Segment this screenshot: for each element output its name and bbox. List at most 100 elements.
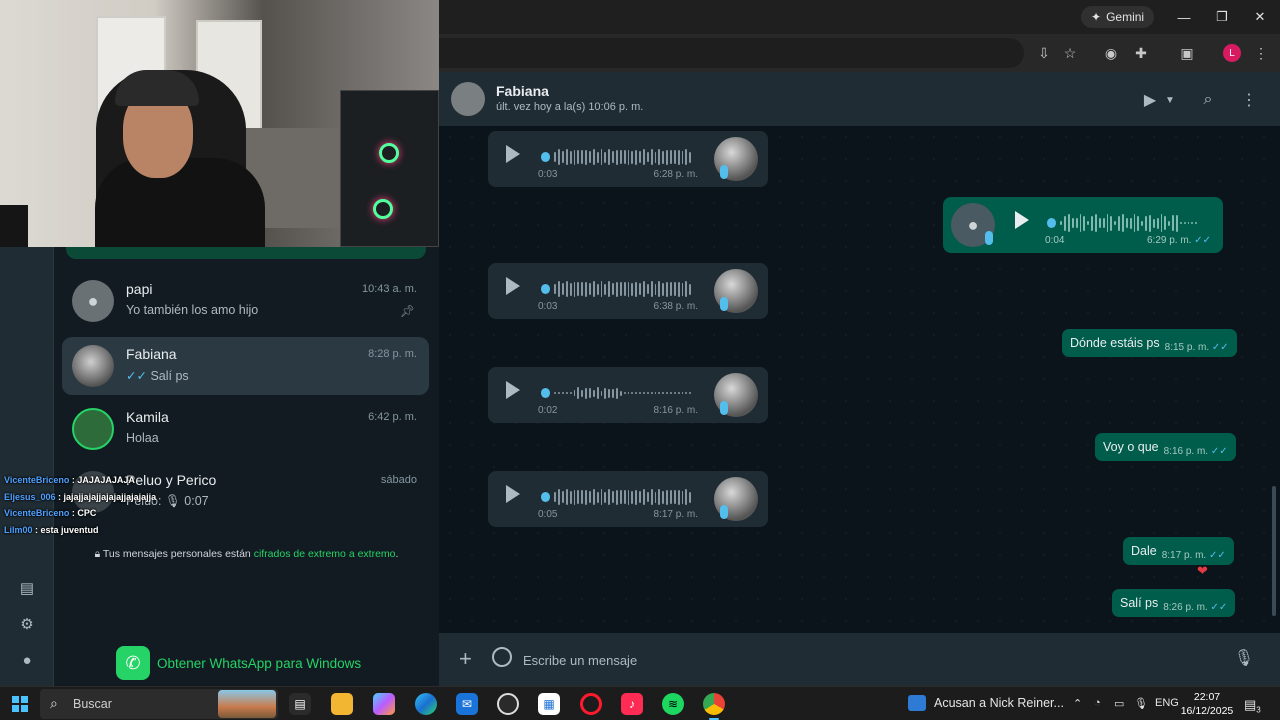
playhead-dot[interactable]: [541, 492, 551, 502]
microsoft-store-icon[interactable]: ▦: [538, 693, 560, 715]
opera-icon[interactable]: [580, 693, 602, 715]
speedometer-app-icon[interactable]: [497, 693, 519, 715]
gemini-button[interactable]: ✦ Gemini: [1081, 6, 1155, 28]
waveform[interactable]: [1047, 213, 1198, 233]
microphone-icon[interactable]: 🎙︎: [1134, 697, 1148, 710]
play-icon[interactable]: [1015, 211, 1029, 229]
waveform-bar: [643, 392, 645, 394]
notification-center-icon[interactable]: ▤3: [1244, 697, 1261, 715]
playhead-dot[interactable]: [541, 388, 551, 398]
message-time: 8:26 p. m.: [1163, 601, 1208, 613]
video-call-icon[interactable]: ▶: [1139, 89, 1161, 111]
encryption-link[interactable]: cifrados de extremo a extremo: [254, 548, 396, 560]
avatar[interactable]: [451, 82, 485, 116]
play-icon[interactable]: [506, 145, 520, 163]
waveform-bar: [689, 392, 692, 394]
profile-icon[interactable]: ●: [17, 650, 37, 670]
stream-chat-text: jajajjajajjajajajjajajajja: [63, 491, 157, 502]
attach-plus-icon[interactable]: +: [459, 646, 472, 672]
waveform[interactable]: [541, 279, 692, 299]
media-gallery-icon[interactable]: ▤: [17, 578, 37, 598]
playhead-dot[interactable]: [1047, 218, 1057, 228]
chrome-icon[interactable]: [703, 693, 725, 720]
taskbar-search[interactable]: ⌕ Buscar: [40, 689, 278, 719]
settings-gear-icon[interactable]: ⚙: [17, 614, 37, 634]
waveform-bar: [677, 392, 680, 394]
playhead-dot[interactable]: [541, 152, 551, 162]
emoji-sticker-icon[interactable]: [492, 647, 512, 667]
waveform-bar: [635, 392, 638, 394]
search-icon[interactable]: ⌕: [1197, 89, 1219, 111]
waveform-bar: [681, 282, 684, 296]
playhead-dot[interactable]: [541, 284, 551, 294]
battery-icon[interactable]: ▭: [1114, 697, 1124, 710]
tiktok-icon[interactable]: ♪: [621, 693, 643, 715]
news-widget[interactable]: Acusan a Nick Reiner...: [908, 695, 1064, 711]
waveform-bar: [646, 392, 649, 394]
play-icon[interactable]: [506, 381, 520, 399]
waveform-bar: [600, 489, 603, 505]
spotify-icon[interactable]: ≋: [662, 693, 684, 715]
language-indicator[interactable]: ENG: [1155, 697, 1179, 709]
taskbar-clock[interactable]: 22:07 16/12/2025: [1180, 690, 1234, 718]
extension-badge-icon[interactable]: ◉: [1101, 43, 1121, 63]
chat-item-fabiana[interactable]: Fabiana 8:28 p. m. ✓✓ Salí ps: [62, 337, 429, 395]
waveform-bar: [1172, 215, 1175, 231]
chat-time: 10:43 a. m.: [361, 283, 417, 295]
heart-reaction-icon[interactable]: ❤: [1197, 563, 1208, 579]
close-window-button[interactable]: ✕: [1249, 6, 1271, 28]
message-list[interactable]: 0:03 6:28 p. m. ● 0:04 6:29 p. m. ✓✓ 0:0…: [439, 126, 1280, 633]
chat-time: sábado: [380, 474, 417, 486]
webcam-person: [95, 70, 275, 247]
get-whatsapp-banner[interactable]: ✆ Obtener WhatsApp para Windows: [116, 646, 361, 680]
profile-avatar[interactable]: L: [1223, 44, 1241, 62]
contact-name: Fabiana: [496, 83, 549, 99]
waveform[interactable]: [541, 487, 692, 507]
menu-kebab-icon[interactable]: ⋮: [1238, 89, 1260, 111]
network-icon[interactable]: ◔: [1094, 697, 1101, 709]
waveform-bar: [1106, 214, 1109, 232]
waveform-bar: [1083, 215, 1086, 231]
waveform-bar: [654, 392, 657, 394]
chat-item-kamila[interactable]: Kamila 6:42 p. m. Holaa: [62, 400, 429, 458]
copilot-icon[interactable]: [373, 693, 395, 715]
waveform-bar: [596, 387, 599, 399]
file-explorer-icon[interactable]: [331, 693, 353, 715]
waveform-bar: [658, 281, 661, 297]
maximize-button[interactable]: ❐: [1211, 6, 1233, 28]
waveform-bar: [581, 282, 584, 296]
install-app-icon[interactable]: ⇩: [1034, 43, 1054, 63]
notification-count: 3: [1256, 705, 1261, 715]
bookmark-star-icon[interactable]: ☆: [1060, 43, 1080, 63]
address-bar[interactable]: [439, 38, 1024, 68]
play-icon[interactable]: [506, 485, 520, 503]
play-icon[interactable]: [506, 277, 520, 295]
menu-kebab-icon[interactable]: ⋮: [1251, 43, 1271, 63]
windows-start-icon[interactable]: [12, 696, 28, 712]
last-seen-status: últ. vez hoy a la(s) 10:06 p. m.: [496, 101, 644, 113]
outlook-icon[interactable]: ✉: [456, 693, 478, 715]
waveform[interactable]: [541, 147, 692, 167]
waveform-bar: [589, 151, 591, 163]
chat-item-papi[interactable]: ● papi 10:43 a. m. Yo también los amo hi…: [62, 272, 429, 330]
edge-icon[interactable]: [415, 693, 437, 715]
double-check-icon: ✓✓: [1210, 601, 1228, 613]
voice-record-mic-icon[interactable]: 🎙︎: [1234, 648, 1254, 668]
chevron-down-icon[interactable]: ▼: [1159, 89, 1181, 111]
waveform-bar: [604, 387, 607, 399]
waveform-bar: [666, 281, 669, 297]
news-icon: [908, 695, 926, 711]
message-input[interactable]: [523, 643, 1223, 677]
extensions-puzzle-icon[interactable]: ✚: [1131, 43, 1151, 63]
waveform-bar: [1060, 221, 1063, 225]
scrollbar[interactable]: [1272, 486, 1276, 616]
cast-icon[interactable]: ▣: [1177, 43, 1197, 63]
minimize-button[interactable]: —: [1173, 6, 1195, 28]
waveform-bar: [554, 392, 557, 394]
task-view-icon[interactable]: ▤: [289, 693, 311, 715]
webcam-overlay: [0, 0, 439, 247]
tray-chevron-up-icon[interactable]: ⌃: [1073, 697, 1082, 710]
waveform[interactable]: [541, 383, 692, 403]
waveform-bar: [1160, 214, 1163, 232]
conversation-header[interactable]: Fabiana últ. vez hoy a la(s) 10:06 p. m.…: [439, 72, 1280, 126]
